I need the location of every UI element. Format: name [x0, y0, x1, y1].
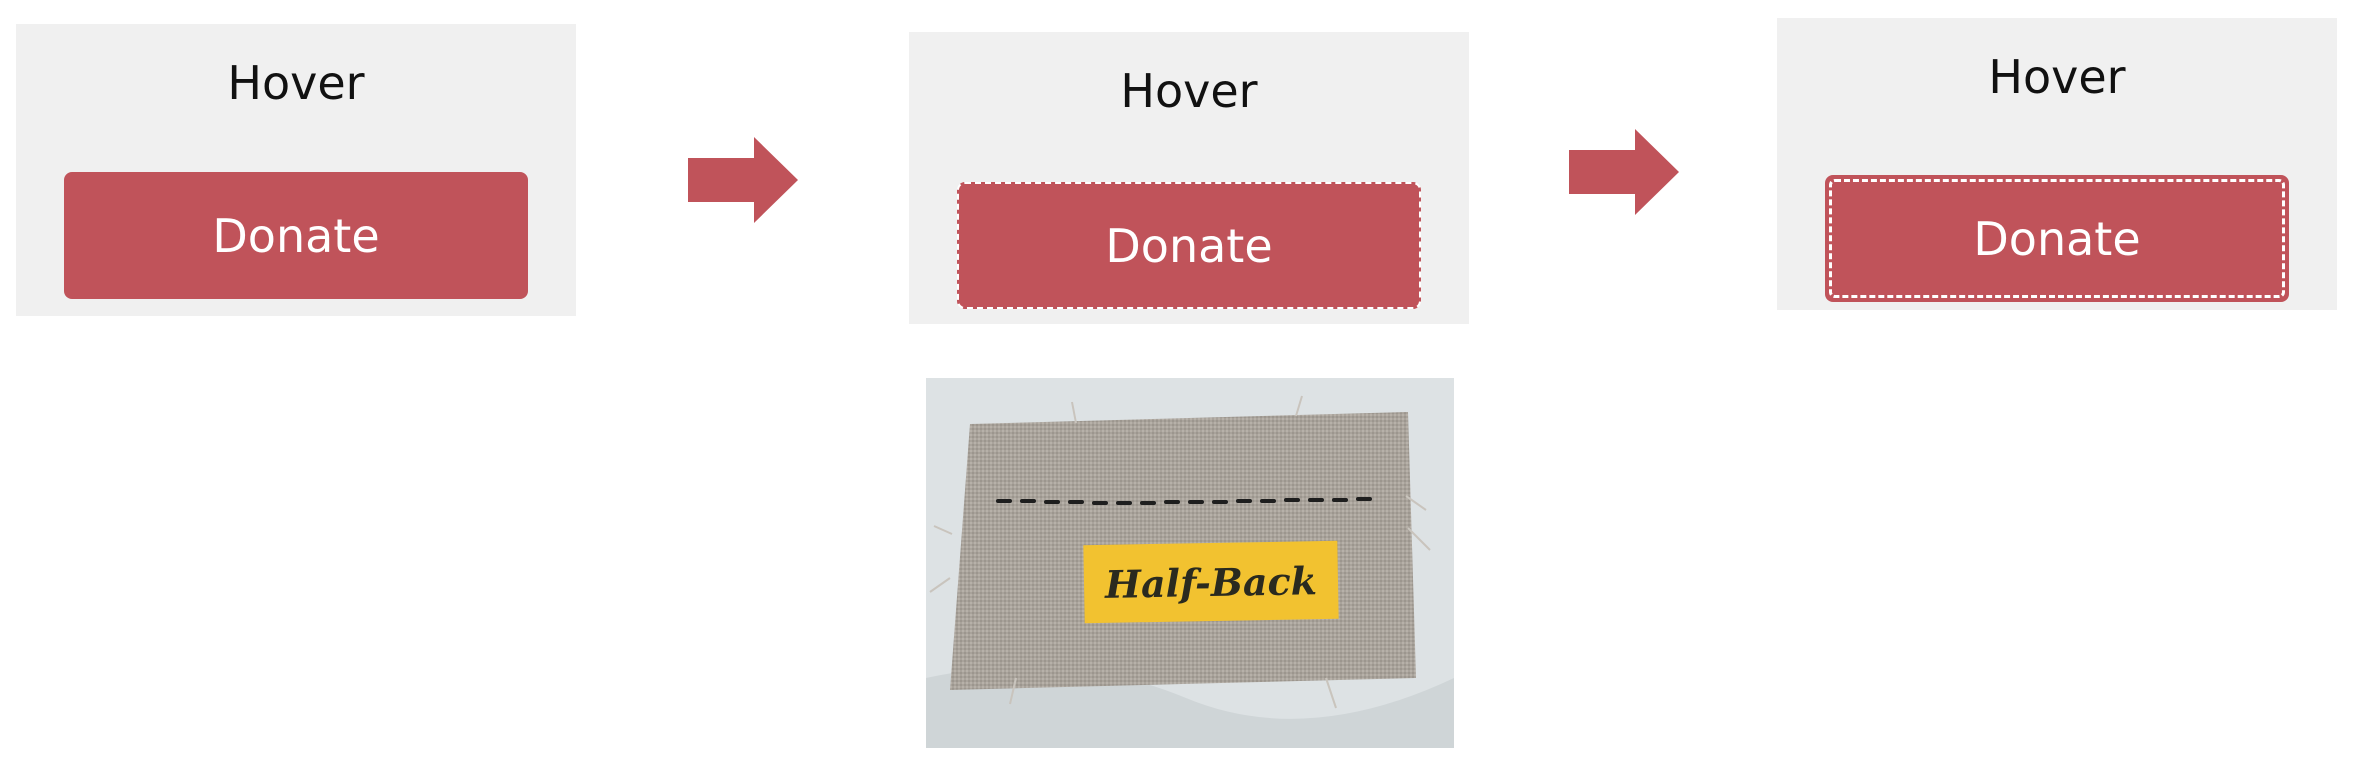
- step-panel-3: Hover Donate: [1777, 18, 2337, 310]
- donate-button-dashed-outline[interactable]: Donate: [957, 182, 1421, 309]
- photo-label-text: Half-Back: [1104, 558, 1318, 607]
- step-panel-1: Hover Donate: [16, 24, 576, 316]
- panel-title: Hover: [1120, 64, 1258, 118]
- donate-button-dashed-inset[interactable]: Donate: [1825, 175, 2289, 302]
- half-back-stitch-photo: Half-Back: [926, 378, 1454, 748]
- right-arrow-icon: [1569, 129, 1679, 215]
- donate-button[interactable]: Donate: [64, 172, 528, 299]
- step-panel-2: Hover Donate: [909, 32, 1469, 324]
- right-arrow-icon: [688, 137, 798, 223]
- panel-title: Hover: [227, 56, 365, 110]
- panel-title: Hover: [1988, 50, 2126, 104]
